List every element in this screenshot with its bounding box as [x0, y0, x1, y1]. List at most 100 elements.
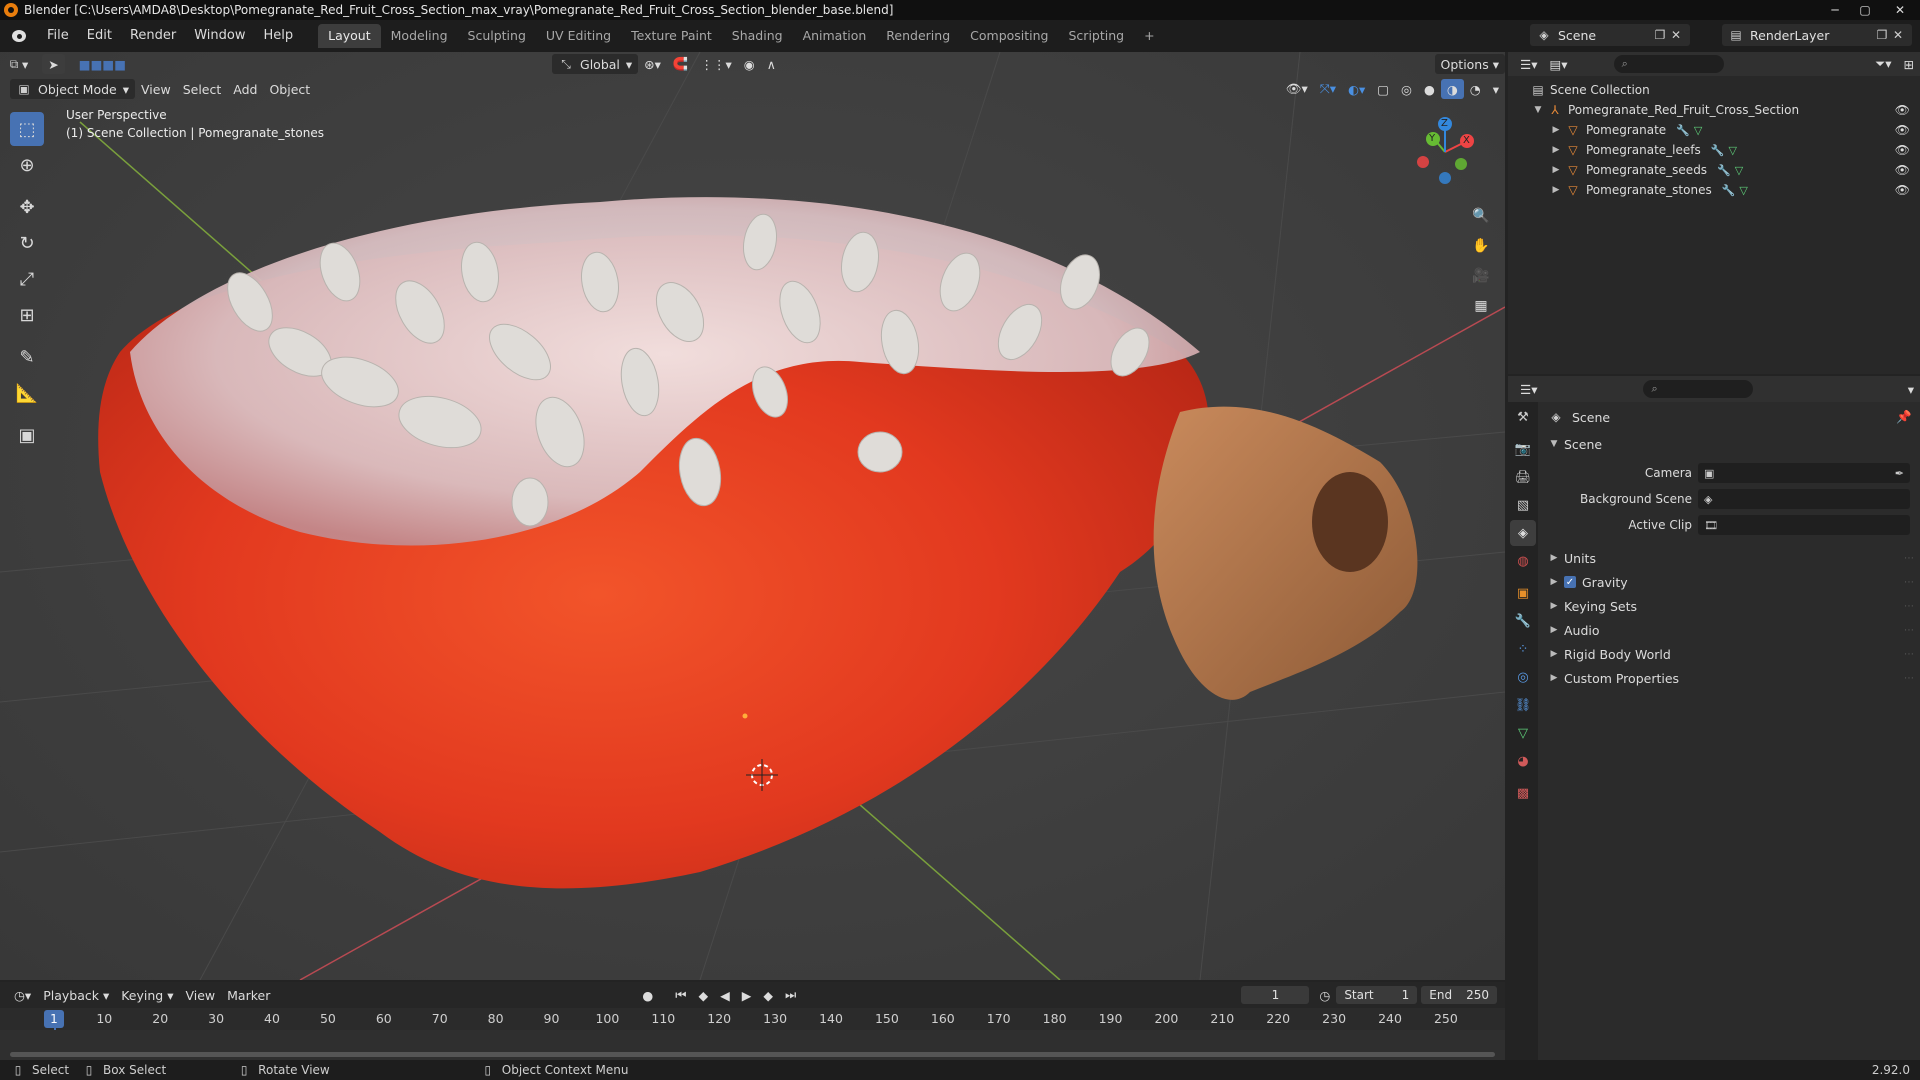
- visibility-eye-icon[interactable]: 👁: [1895, 123, 1910, 137]
- start-frame-field[interactable]: Start 1: [1336, 986, 1418, 1004]
- copy-icon[interactable]: ❐: [1874, 27, 1890, 43]
- close-button[interactable]: ✕: [1880, 0, 1920, 20]
- eyedropper-icon[interactable]: ✒: [1895, 467, 1904, 480]
- tab-sculpting[interactable]: Sculpting: [458, 24, 536, 48]
- collapse-triangle-icon[interactable]: ▼: [1548, 439, 1560, 449]
- keying-sets-panel-header[interactable]: ▶ Keying Sets ⋯: [1538, 594, 1920, 618]
- tab-output-icon[interactable]: 🖨: [1510, 464, 1536, 490]
- properties-editor-type-icon[interactable]: ☰▾: [1514, 379, 1543, 399]
- timeline-editor[interactable]: ◷▾ Playback ▾ Keying ▾ View Marker ● ⏮ ◆…: [0, 982, 1505, 1060]
- jump-end-icon[interactable]: ⏭: [779, 985, 802, 1005]
- end-frame-field[interactable]: End 250: [1421, 986, 1497, 1004]
- shading-rendered-icon[interactable]: ◔: [1464, 79, 1487, 99]
- mode-dropdown[interactable]: ▣ Object Mode ▾: [10, 79, 136, 99]
- display-mode-icon[interactable]: ▤▾: [1543, 54, 1573, 74]
- timeline-track[interactable]: [0, 1030, 1505, 1060]
- active-clip-field[interactable]: 🎞: [1698, 515, 1910, 535]
- rotate-tool[interactable]: ↻: [10, 226, 44, 260]
- menu-select[interactable]: Select: [177, 79, 228, 99]
- proportional-edit-icon[interactable]: ◉: [738, 54, 761, 74]
- record-icon[interactable]: ●: [636, 985, 659, 1005]
- expand-triangle-icon[interactable]: ▶: [1548, 577, 1560, 587]
- visibility-eye-icon[interactable]: 👁: [1895, 103, 1910, 117]
- gizmo-toggle-icon[interactable]: ⤧▾: [1314, 79, 1342, 99]
- timeline-menu-view[interactable]: View: [179, 985, 221, 1005]
- menu-view[interactable]: View: [135, 79, 177, 99]
- tab-data-icon[interactable]: ▽: [1510, 720, 1536, 746]
- expand-triangle-icon[interactable]: ▶: [1548, 673, 1560, 683]
- copy-icon[interactable]: ❐: [1652, 27, 1668, 43]
- mesh-data-icon[interactable]: ▽: [1728, 144, 1736, 157]
- units-panel-header[interactable]: ▶ Units ⋯: [1538, 546, 1920, 570]
- outliner-row-object[interactable]: ▶ ▽ Pomegranate_seeds 🔧 ▽ 👁: [1508, 160, 1920, 180]
- outliner-row-object[interactable]: ▶ ▽ Pomegranate 🔧 ▽ 👁: [1508, 120, 1920, 140]
- drag-grip-icon[interactable]: ⋯: [1904, 673, 1914, 684]
- shading-material-icon[interactable]: ◑: [1440, 79, 1464, 99]
- tab-modifier-icon[interactable]: 🔧: [1510, 608, 1536, 634]
- tab-texture-paint[interactable]: Texture Paint: [621, 24, 722, 48]
- custom-properties-panel-header[interactable]: ▶ Custom Properties ⋯: [1538, 666, 1920, 690]
- tab-object-icon[interactable]: ▣: [1510, 580, 1536, 606]
- options-dropdown[interactable]: Options ▾: [1434, 54, 1505, 74]
- drag-grip-icon[interactable]: ⋯: [1904, 577, 1914, 588]
- menu-render[interactable]: Render: [121, 24, 185, 48]
- tab-physics-icon[interactable]: ◎: [1510, 664, 1536, 690]
- timeline-menu-marker[interactable]: Marker: [221, 985, 276, 1005]
- move-tool[interactable]: ✥: [10, 190, 44, 224]
- tab-scripting[interactable]: Scripting: [1059, 24, 1135, 48]
- prev-keyframe-icon[interactable]: ◆: [693, 985, 715, 1005]
- visibility-eye-icon[interactable]: 👁: [1895, 163, 1910, 177]
- snap-target-icon[interactable]: ⋮⋮▾: [695, 54, 738, 74]
- viewport-canvas[interactable]: [0, 52, 1505, 980]
- remove-icon[interactable]: ✕: [1668, 27, 1684, 43]
- camera-field[interactable]: ▣ ✒: [1698, 463, 1910, 483]
- background-scene-field[interactable]: ◈: [1698, 489, 1910, 509]
- tab-world-icon[interactable]: ◍: [1510, 548, 1536, 574]
- timeline-ruler[interactable]: 10 20 30 40 50 60 70 80 90 100 110 120 130 140 150 160 1…: [0, 1008, 1505, 1030]
- editor-type-dropdown[interactable]: ⧉ ▾: [0, 54, 34, 74]
- drag-grip-icon[interactable]: ⋯: [1904, 553, 1914, 564]
- menu-edit[interactable]: Edit: [78, 24, 121, 48]
- timeline-editor-type-icon[interactable]: ◷▾: [8, 985, 37, 1005]
- properties-options-icon[interactable]: ▾: [1902, 379, 1920, 399]
- view-layer-selector[interactable]: ▤ RenderLayer ❐ ✕: [1722, 24, 1912, 46]
- new-collection-icon[interactable]: ⊞: [1898, 54, 1920, 74]
- scale-tool[interactable]: ⤢: [10, 262, 44, 296]
- outliner-editor-type-icon[interactable]: ☰▾: [1514, 54, 1543, 74]
- menu-object[interactable]: Object: [263, 79, 316, 99]
- add-workspace-button[interactable]: +: [1134, 24, 1164, 48]
- expand-triangle-icon[interactable]: ▶: [1550, 125, 1562, 135]
- snap-icon[interactable]: 🧲: [667, 54, 695, 74]
- tab-texture-icon[interactable]: ▩: [1510, 780, 1536, 806]
- select-box-tool[interactable]: ⬚: [10, 112, 44, 146]
- outliner-editor[interactable]: ☰▾ ▤▾ ⌕ ⏷▾ ⊞ ▤ Scene Collection ▼ ⅄ Pome…: [1508, 52, 1920, 374]
- annotate-tool[interactable]: ✎: [10, 340, 44, 374]
- remove-icon[interactable]: ✕: [1890, 27, 1906, 43]
- timeline-menu-keying[interactable]: Keying ▾: [115, 985, 179, 1005]
- clock-icon[interactable]: ◷: [1313, 985, 1336, 1005]
- filter-icon[interactable]: ⏷▾: [1869, 54, 1897, 74]
- outliner-search-input[interactable]: ⌕: [1613, 55, 1724, 73]
- pin-icon[interactable]: 📌: [1896, 409, 1912, 425]
- play-reverse-icon[interactable]: ◀: [714, 985, 736, 1005]
- expand-triangle-icon[interactable]: ▶: [1550, 145, 1562, 155]
- measure-tool[interactable]: 📐: [10, 376, 44, 410]
- current-frame-field[interactable]: 1: [1241, 986, 1310, 1004]
- pan-hand-icon[interactable]: ✋: [1469, 234, 1493, 258]
- expand-triangle-icon[interactable]: ▶: [1550, 185, 1562, 195]
- cursor-tool[interactable]: ⊕: [10, 148, 44, 182]
- 3d-viewport[interactable]: ⧉ ▾ ➤ ■■■■ ⤡ Global ▾ ⊛▾ 🧲 ⋮⋮▾ ◉ ∧ Options…: [0, 52, 1505, 980]
- falloff-icon[interactable]: ∧: [761, 54, 782, 74]
- mesh-data-icon[interactable]: ▽: [1739, 184, 1747, 197]
- tab-constraints-icon[interactable]: ⛓: [1510, 692, 1536, 718]
- zoom-icon[interactable]: 🔍: [1469, 204, 1493, 228]
- tab-animation[interactable]: Animation: [793, 24, 877, 48]
- modifier-wrench-icon[interactable]: 🔧: [1722, 184, 1736, 197]
- tab-modeling[interactable]: Modeling: [381, 24, 458, 48]
- properties-editor[interactable]: ☰▾ ⌕ ▾ ⚒ 📷 🖨 ▧ ◈ ◍ ▣ 🔧 ⁘ ◎ ⛓ ▽ ◕ ▩ ◈ Sce…: [1508, 376, 1920, 1060]
- properties-search-input[interactable]: ⌕: [1643, 380, 1754, 398]
- modifier-wrench-icon[interactable]: 🔧: [1711, 144, 1725, 157]
- shading-solid-icon[interactable]: ●: [1418, 79, 1441, 99]
- tab-view-layer-icon[interactable]: ▧: [1510, 492, 1536, 518]
- next-keyframe-icon[interactable]: ◆: [757, 985, 779, 1005]
